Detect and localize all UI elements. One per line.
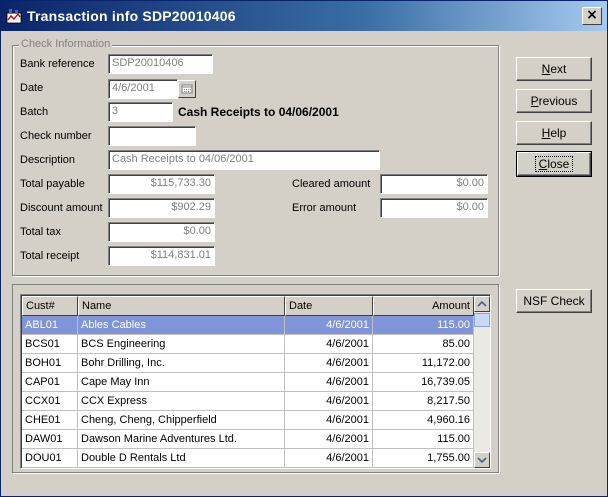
window-close-button[interactable]: × xyxy=(582,7,602,25)
cell-amount: 85.00 xyxy=(373,335,474,354)
cell-amount: 115.00 xyxy=(373,430,474,449)
cell-date: 4/6/2001 xyxy=(285,392,373,411)
cell-amount: 4,960.16 xyxy=(373,411,474,430)
help-button-label: Help xyxy=(541,126,567,140)
discount-amount-label: Discount amount xyxy=(20,202,103,214)
next-button[interactable]: Next xyxy=(516,57,592,81)
cell-name: Ables Cables xyxy=(78,316,285,335)
scroll-up-button[interactable] xyxy=(474,296,490,312)
close-button[interactable]: Close xyxy=(516,151,592,177)
cell-name: Dawson Marine Adventures Ltd. xyxy=(78,430,285,449)
scroll-down-button[interactable] xyxy=(474,452,490,468)
nsf-check-button[interactable]: NSF Check xyxy=(516,289,592,313)
table-row[interactable]: CCX01 CCX Express 4/6/2001 8,217.50 xyxy=(22,392,474,411)
transaction-info-window: Transaction info SDP20010406 × Check Inf… xyxy=(0,0,608,497)
bank-reference-label: Bank reference xyxy=(20,58,95,70)
table-row[interactable]: CHE01 Cheng, Cheng, Chipperfield 4/6/2001 4… xyxy=(22,411,474,430)
discount-amount-field: $902.29 xyxy=(108,198,215,218)
description-field: Cash Receipts to 04/06/2001 xyxy=(108,150,380,170)
column-header-amount[interactable]: Amount xyxy=(373,296,474,316)
calendar-icon xyxy=(181,84,193,94)
table-row[interactable]: DAW01 Dawson Marine Adventures Ltd. 4/6/20… xyxy=(22,430,474,449)
cleared-amount-field: $0.00 xyxy=(380,174,488,194)
cell-date: 4/6/2001 xyxy=(285,373,373,392)
cell-amount: 8,217.50 xyxy=(373,392,474,411)
cell-name: BCS Engineering xyxy=(78,335,285,354)
cell-name: Double D Rentals Ltd xyxy=(78,449,285,468)
grid-scrollbar[interactable] xyxy=(474,296,490,468)
cell-cust: CHE01 xyxy=(22,411,78,430)
description-label: Description xyxy=(20,154,76,166)
total-payable-field: $115,733.30 xyxy=(108,174,215,194)
cell-date: 4/6/2001 xyxy=(285,316,373,335)
help-button[interactable]: Help xyxy=(516,121,592,145)
cell-amount: 11,172.00 xyxy=(373,354,474,373)
date-label: Date xyxy=(20,82,44,94)
check-number-input[interactable] xyxy=(108,126,196,146)
table-row[interactable]: BCS01 BCS Engineering 4/6/2001 85.00 xyxy=(22,335,474,354)
cleared-amount-label: Cleared amount xyxy=(292,178,371,190)
calendar-button[interactable] xyxy=(178,80,196,98)
table-row[interactable]: DOU01 Double D Rentals Ltd 4/6/2001 1,755.0… xyxy=(22,449,474,468)
transactions-grid[interactable]: Cust# Name Date Amount ABL01 Ables Cables… xyxy=(20,294,491,469)
arrow-down-icon xyxy=(477,457,487,464)
cell-cust: DOU01 xyxy=(22,449,78,468)
table-row[interactable]: ABL01 Ables Cables 4/6/2001 115.00 xyxy=(22,316,474,335)
cell-amount: 16,739.05 xyxy=(373,373,474,392)
window-title: Transaction info SDP20010406 xyxy=(27,8,236,24)
error-amount-label: Error amount xyxy=(292,202,357,214)
batch-label: Batch xyxy=(20,106,49,118)
cell-date: 4/6/2001 xyxy=(285,354,373,373)
title-bar[interactable]: Transaction info SDP20010406 × xyxy=(1,1,607,31)
date-field: 4/6/2001 xyxy=(108,79,178,99)
cell-date: 4/6/2001 xyxy=(285,335,373,354)
next-button-label: Next xyxy=(541,62,567,76)
grid-header: Cust# Name Date Amount xyxy=(22,296,474,316)
nsf-check-button-label: NSF Check xyxy=(523,294,585,308)
table-row[interactable]: CAP01 Cape May Inn 4/6/2001 16,739.05 xyxy=(22,373,474,392)
cell-cust: CCX01 xyxy=(22,392,78,411)
arrow-up-icon xyxy=(477,300,487,307)
cell-name: Cheng, Cheng, Chipperfield xyxy=(78,411,285,430)
cell-name: Cape May Inn xyxy=(78,373,285,392)
batch-field: 3 xyxy=(108,102,173,122)
app-icon xyxy=(6,9,22,24)
cell-amount: 115.00 xyxy=(373,316,474,335)
cell-cust: ABL01 xyxy=(22,316,78,335)
cell-amount: 1,755.00 xyxy=(373,449,474,468)
cell-name: Bohr Drilling, Inc. xyxy=(78,354,285,373)
error-amount-field: $0.00 xyxy=(380,198,488,218)
total-receipt-field: $114,831.01 xyxy=(108,246,215,266)
table-row[interactable]: BOH01 Bohr Drilling, Inc. 4/6/2001 11,172.0… xyxy=(22,354,474,373)
bank-reference-field: SDP20010406 xyxy=(108,54,213,74)
cell-name: CCX Express xyxy=(78,392,285,411)
cell-cust: CAP01 xyxy=(22,373,78,392)
previous-button-label: Previous xyxy=(530,94,578,108)
total-tax-field: $0.00 xyxy=(108,222,215,242)
previous-button[interactable]: Previous xyxy=(516,89,592,113)
close-icon: × xyxy=(586,7,598,23)
column-header-name[interactable]: Name xyxy=(78,296,285,316)
column-header-date[interactable]: Date xyxy=(285,296,373,316)
cell-cust: BOH01 xyxy=(22,354,78,373)
cell-date: 4/6/2001 xyxy=(285,449,373,468)
cell-date: 4/6/2001 xyxy=(285,430,373,449)
total-tax-label: Total tax xyxy=(20,226,61,238)
cell-cust: DAW01 xyxy=(22,430,78,449)
scroll-thumb[interactable] xyxy=(474,313,490,327)
total-payable-label: Total payable xyxy=(20,178,85,190)
check-number-label: Check number xyxy=(20,130,92,142)
batch-description: Cash Receipts to 04/06/2001 xyxy=(178,105,339,119)
cell-cust: BCS01 xyxy=(22,335,78,354)
total-receipt-label: Total receipt xyxy=(20,250,80,262)
column-header-cust[interactable]: Cust# xyxy=(22,296,78,316)
cell-date: 4/6/2001 xyxy=(285,411,373,430)
check-information-legend: Check Information xyxy=(19,38,113,50)
close-button-label: Close xyxy=(534,156,574,172)
